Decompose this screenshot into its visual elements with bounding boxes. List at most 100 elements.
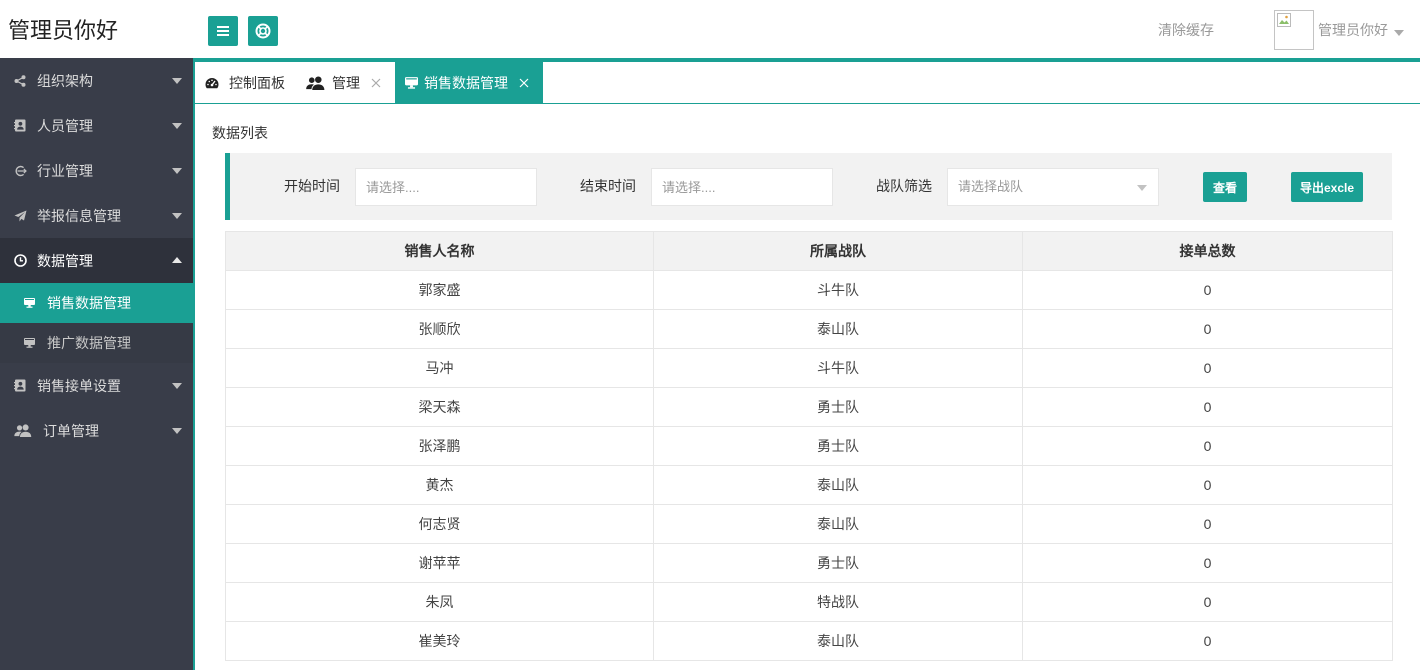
- start-time-input[interactable]: [355, 168, 537, 206]
- monitor-icon: [24, 338, 35, 348]
- cell-order-count: 0: [1022, 270, 1393, 310]
- cell-team: 泰山队: [653, 465, 1023, 505]
- tab-management[interactable]: 管理: [295, 62, 395, 103]
- top-header: 管理员你好 清除缓存 管理员你好: [0, 0, 1420, 58]
- caret-down-icon: [172, 78, 182, 84]
- share-icon: [14, 74, 28, 87]
- cell-salesperson: 张顺欣: [225, 309, 654, 349]
- cell-order-count: 0: [1022, 621, 1393, 661]
- tab-sales-data[interactable]: 销售数据管理: [395, 62, 543, 103]
- table-row: 崔美玲 泰山队 0: [225, 621, 1393, 661]
- cell-order-count: 0: [1022, 465, 1393, 505]
- cell-salesperson: 张泽鹏: [225, 426, 654, 466]
- cell-order-count: 0: [1022, 309, 1393, 349]
- sidebar-item-order-management[interactable]: 订单管理: [0, 408, 193, 453]
- sidebar-item-order-settings[interactable]: 销售接单设置: [0, 363, 193, 408]
- cell-team: 泰山队: [653, 504, 1023, 544]
- search-button[interactable]: 查看: [1203, 172, 1247, 202]
- cell-team: 勇士队: [653, 543, 1023, 583]
- cell-salesperson: 黄杰: [225, 465, 654, 505]
- close-icon[interactable]: [371, 78, 381, 88]
- caret-down-icon: [172, 213, 182, 219]
- team-select-placeholder: 请选择战队: [958, 179, 1024, 194]
- column-header-team: 所属战队: [653, 231, 1023, 271]
- close-icon[interactable]: [519, 78, 529, 88]
- table-row: 郭家盛 斗牛队 0: [225, 270, 1393, 310]
- sidebar-item-label: 数据管理: [37, 252, 93, 269]
- cell-salesperson: 何志贤: [225, 504, 654, 544]
- clear-cache-link[interactable]: 清除缓存: [1158, 21, 1214, 39]
- main-panel: 控制面板 管理 销售数据管理 数据列表 开始时间 结束时间: [195, 58, 1420, 670]
- sidebar-item-data-management[interactable]: 数据管理: [0, 238, 193, 283]
- username-label: 管理员你好: [1318, 22, 1388, 38]
- table-row: 张顺欣 泰山队 0: [225, 309, 1393, 349]
- filter-bar: 开始时间 结束时间 战队筛选 请选择战队 查看 导出excle: [225, 153, 1392, 220]
- cell-order-count: 0: [1022, 582, 1393, 622]
- sidebar-subitem-label: 销售数据管理: [47, 295, 131, 311]
- sidebar-item-label: 人员管理: [37, 117, 93, 134]
- app-logo-text: 管理员你好: [8, 18, 119, 43]
- tab-bar: 控制面板 管理 销售数据管理: [195, 62, 1420, 104]
- sidebar-item-personnel[interactable]: 人员管理: [0, 103, 193, 148]
- caret-up-icon: [172, 257, 182, 263]
- table-row: 朱凤 特战队 0: [225, 582, 1393, 622]
- cell-salesperson: 崔美玲: [225, 621, 654, 661]
- lifebuoy-icon: [255, 23, 271, 39]
- cell-team: 斗牛队: [653, 348, 1023, 388]
- sidebar-item-label: 销售接单设置: [37, 377, 121, 394]
- monitor-icon: [405, 76, 418, 89]
- industry-icon: [14, 165, 28, 177]
- avatar: [1274, 10, 1314, 50]
- sidebar-item-label: 组织架构: [37, 72, 93, 89]
- dashboard-icon: [205, 77, 219, 89]
- users-icon: [306, 75, 325, 90]
- start-time-label: 开始时间: [284, 178, 340, 194]
- sidebar-item-label: 行业管理: [37, 162, 93, 179]
- users-icon: [14, 424, 34, 437]
- cell-salesperson: 梁天森: [225, 387, 654, 427]
- table-row: 谢苹苹 勇士队 0: [225, 543, 1393, 583]
- paper-plane-icon: [14, 210, 28, 222]
- user-menu[interactable]: 管理员你好: [1274, 10, 1410, 50]
- sidebar: 组织架构 人员管理 行业管理 举报信息管理 数据管理 销售数据管理 推广数据管理…: [0, 58, 195, 670]
- broken-image-icon: [1277, 13, 1291, 32]
- tab-label: 控制面板: [229, 74, 285, 91]
- sidebar-item-industry[interactable]: 行业管理: [0, 148, 193, 193]
- sidebar-subitem-promotion-data[interactable]: 推广数据管理: [0, 323, 193, 363]
- table-header-row: 销售人名称 所属战队 接单总数: [225, 231, 1393, 271]
- cell-team: 勇士队: [653, 426, 1023, 466]
- sidebar-item-label: 订单管理: [43, 422, 99, 439]
- tab-dashboard[interactable]: 控制面板: [195, 62, 295, 103]
- sales-data-table: 销售人名称 所属战队 接单总数 郭家盛 斗牛队 0 张顺欣 泰山队 0 马冲 斗…: [225, 231, 1393, 661]
- sidebar-item-report-info[interactable]: 举报信息管理: [0, 193, 193, 238]
- cell-salesperson: 马冲: [225, 348, 654, 388]
- caret-down-icon: [1137, 185, 1147, 191]
- help-button[interactable]: [248, 16, 278, 46]
- end-time-label: 结束时间: [580, 178, 636, 194]
- sidebar-subitem-sales-data[interactable]: 销售数据管理: [0, 283, 193, 323]
- team-select[interactable]: 请选择战队: [947, 168, 1159, 206]
- cell-order-count: 0: [1022, 504, 1393, 544]
- cell-salesperson: 郭家盛: [225, 270, 654, 310]
- team-filter-label: 战队筛选: [876, 178, 932, 194]
- end-time-input[interactable]: [651, 168, 833, 206]
- section-title: 数据列表: [212, 125, 268, 141]
- caret-down-icon: [172, 428, 182, 434]
- cell-salesperson: 谢苹苹: [225, 543, 654, 583]
- cell-team: 斗牛队: [653, 270, 1023, 310]
- cell-order-count: 0: [1022, 426, 1393, 466]
- caret-down-icon: [172, 123, 182, 129]
- cell-team: 泰山队: [653, 309, 1023, 349]
- sidebar-item-label: 举报信息管理: [37, 207, 121, 224]
- caret-down-icon: [172, 168, 182, 174]
- sidebar-item-organization[interactable]: 组织架构: [0, 58, 193, 103]
- column-header-salesperson: 销售人名称: [225, 231, 654, 271]
- clock-icon: [14, 254, 28, 267]
- tab-label: 销售数据管理: [424, 74, 508, 91]
- cell-order-count: 0: [1022, 543, 1393, 583]
- cell-team: 特战队: [653, 582, 1023, 622]
- export-excel-button[interactable]: 导出excle: [1291, 172, 1363, 202]
- table-row: 梁天森 勇士队 0: [225, 387, 1393, 427]
- menu-toggle-button[interactable]: [208, 16, 238, 46]
- contact-card-icon: [14, 379, 28, 392]
